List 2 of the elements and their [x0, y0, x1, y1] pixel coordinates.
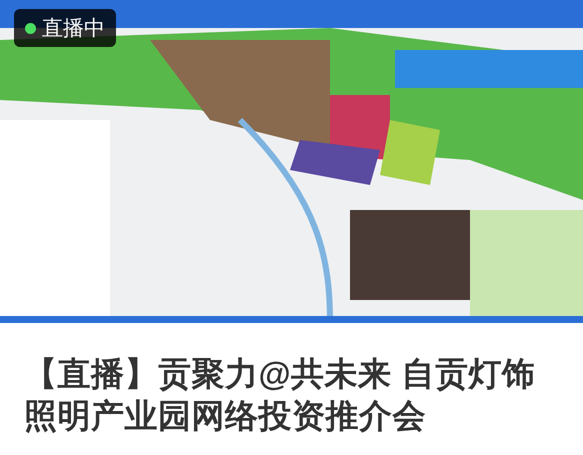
- live-label: 直播中: [42, 18, 105, 38]
- article-title: 【直播】贡聚力@共未来 自贡灯饰照明产业园网络投资推介会: [24, 354, 536, 436]
